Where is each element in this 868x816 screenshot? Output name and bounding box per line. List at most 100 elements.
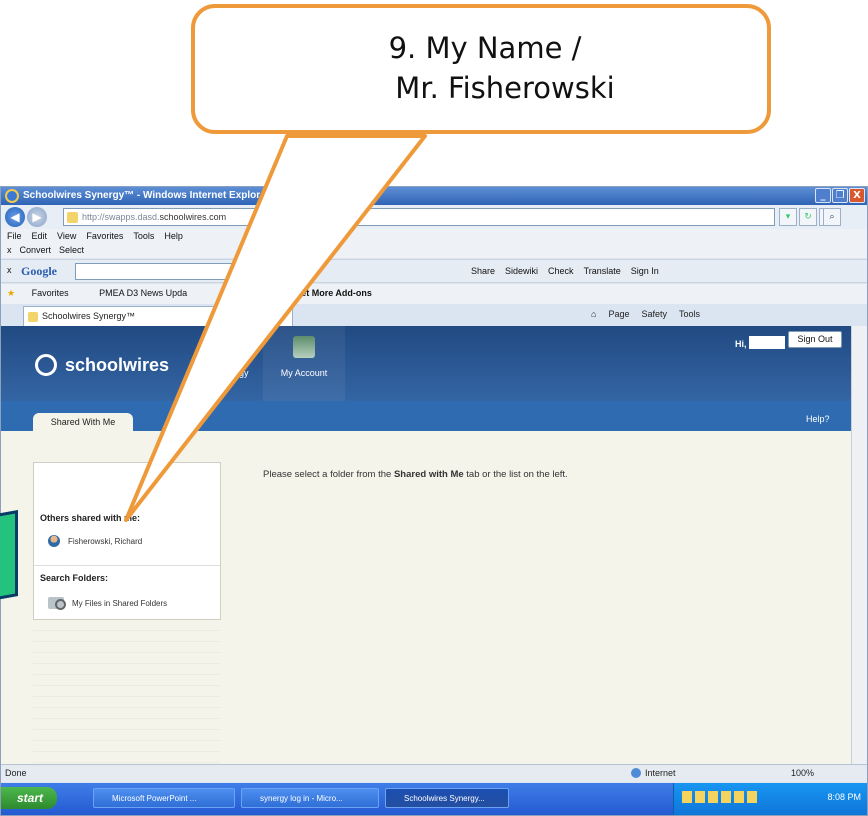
system-tray: 8:08 PM <box>673 783 867 815</box>
shared-user-name: Fisherowski, Richard <box>68 536 143 546</box>
message-text: Please select a folder from the <box>263 469 394 480</box>
google-search-input[interactable] <box>75 263 275 280</box>
globe-icon <box>631 768 641 778</box>
message-emphasis: Shared with Me <box>393 469 464 480</box>
forward-button[interactable]: ▶ <box>27 207 47 227</box>
panel-background <box>33 620 221 764</box>
address-input[interactable]: http://swapps.dasd.schoolwires.com <box>63 208 775 226</box>
dropdown-arrow-icon[interactable]: ▾ <box>779 208 797 226</box>
shared-user-item[interactable]: Fisherowski, Richard <box>48 535 142 547</box>
url-scheme: http://swapps.dasd. <box>82 212 160 222</box>
menu-favorites[interactable]: Favorites <box>86 231 123 243</box>
check-button[interactable]: Check <box>548 266 574 276</box>
tab-shared-with-me[interactable]: Shared With Me <box>33 413 133 431</box>
callout-line-2: Mr. Fisherowski <box>395 71 615 105</box>
menu-tools[interactable]: Tools <box>133 231 154 243</box>
maximize-button[interactable]: ❐ <box>832 188 848 203</box>
callout-line-1: 9. My Name / <box>388 31 582 65</box>
task-synergy-login[interactable]: synergy log in - Micro... <box>241 788 379 808</box>
green-callout-shape <box>0 510 18 600</box>
taskbar: start Microsoft PowerPoint ... synergy l… <box>1 783 867 815</box>
home-icon[interactable]: ⌂ <box>591 309 596 319</box>
menu-file[interactable]: File <box>7 231 22 243</box>
account-icon <box>293 336 315 358</box>
command-page[interactable]: Page <box>608 309 629 319</box>
convert-close-icon[interactable]: x <box>7 245 12 258</box>
command-safety[interactable]: Safety <box>641 309 667 319</box>
schoolwires-logo-icon <box>35 354 57 376</box>
url-host: schoolwires.com <box>159 212 227 222</box>
google-close-icon[interactable]: x <box>7 265 12 275</box>
user-name-redacted <box>749 336 785 349</box>
menu-edit[interactable]: Edit <box>32 231 48 243</box>
task-schoolwires[interactable]: Schoolwires Synergy... <box>385 788 509 808</box>
tab-schoolwires[interactable]: Schoolwires Synergy™ <box>23 306 293 326</box>
page-icon <box>28 312 38 322</box>
tab-bar: Schoolwires Synergy™ ⌂ Page Safety Tools <box>1 304 867 326</box>
schoolwires-logo: schoolwires <box>35 354 169 376</box>
zone-label: Internet <box>645 768 676 778</box>
tray-icon[interactable] <box>734 791 744 803</box>
translate-button[interactable]: Translate <box>584 266 621 276</box>
minimize-button[interactable]: _ <box>815 188 831 203</box>
message-text-end: tab or the list on the left. <box>463 469 568 480</box>
menu-help[interactable]: Help <box>164 231 183 243</box>
zoom-level[interactable]: 100% <box>791 768 814 778</box>
browser-window: Schoolwires Synergy™ - Windows Internet … <box>0 186 868 816</box>
shared-folder-label: My Files in Shared Folders <box>72 598 168 608</box>
status-bar: Done Internet 100% <box>1 764 867 782</box>
fav-link-addons[interactable]: Get More Add-ons <box>294 288 372 298</box>
tray-icon[interactable] <box>682 791 692 803</box>
callout-text: 9. My Name / Mr. Fisherowski <box>195 28 775 108</box>
clock: 8:08 PM <box>827 792 861 802</box>
help-link[interactable]: Help? <box>806 414 830 424</box>
nav-synergy[interactable]: ynergy <box>209 334 261 390</box>
title-bar: Schoolwires Synergy™ - Windows Internet … <box>1 187 867 205</box>
select-button[interactable]: Select <box>59 245 84 258</box>
task-powerpoint[interactable]: Microsoft PowerPoint ... <box>93 788 235 808</box>
back-button[interactable]: ◀ <box>5 207 25 227</box>
favorites-bar: ★ Favorites PMEA D3 News Upda Sites Get … <box>1 284 867 304</box>
convert-button[interactable]: Convert <box>20 245 52 258</box>
page-viewport: schoolwires ynergy My Account Hi, Sign O… <box>1 326 851 764</box>
schoolwires-tab-bar: Shared With Me Help? <box>1 401 851 431</box>
google-toolbar: x Google Share Sidewiki Check Translate … <box>1 259 867 283</box>
sign-in-button[interactable]: Sign In <box>631 266 659 276</box>
fav-link-pmea[interactable]: PMEA D3 News Upda <box>99 288 187 298</box>
shared-folder-item[interactable]: My Files in Shared Folders <box>48 597 168 610</box>
fav-link-sites[interactable]: Sites <box>258 288 278 298</box>
favorites-button[interactable]: ★ Favorites <box>7 288 83 298</box>
share-button[interactable]: Share <box>471 266 495 276</box>
folder-search-icon <box>48 597 66 610</box>
tray-icon[interactable] <box>695 791 705 803</box>
tray-icon[interactable] <box>747 791 757 803</box>
tray-icon[interactable] <box>708 791 718 803</box>
search-button[interactable]: ⌕ <box>823 208 843 226</box>
tray-icon[interactable] <box>721 791 731 803</box>
sidewiki-button[interactable]: Sidewiki <box>505 266 538 276</box>
vertical-scrollbar[interactable] <box>851 326 867 764</box>
google-logo: Google <box>21 264 57 278</box>
command-tools[interactable]: Tools <box>679 309 700 319</box>
greeting: Hi, <box>735 339 747 349</box>
page-icon <box>67 212 78 223</box>
search-folders-header: Search Folders: <box>40 573 109 583</box>
nav-my-account[interactable]: My Account <box>263 326 345 401</box>
callout-bubble: 9. My Name / Mr. Fisherowski <box>191 4 771 134</box>
convert-toolbar: x Convert Select <box>1 243 867 258</box>
sign-out-button[interactable]: Sign Out <box>788 331 842 348</box>
window-title: Schoolwires Synergy™ - Windows Internet … <box>23 190 270 201</box>
security-zone: Internet <box>631 768 676 778</box>
refresh-icon[interactable]: ↻ <box>799 208 817 226</box>
main-message: Please select a folder from the Shared w… <box>263 469 568 480</box>
menu-bar: File Edit View Favorites Tools Help <box>1 229 867 243</box>
status-text: Done <box>5 768 27 778</box>
menu-view[interactable]: View <box>57 231 76 243</box>
address-bar-row: ◀ ▶ http://swapps.dasd.schoolwires.com ▾… <box>1 205 867 229</box>
close-button[interactable]: X <box>849 188 865 203</box>
panel-divider <box>34 565 220 566</box>
others-shared-header: Others shared with me: <box>40 513 141 523</box>
magnifier-icon: ⌕ <box>823 208 841 226</box>
star-icon: ★ <box>7 288 16 298</box>
start-button[interactable]: start <box>1 787 57 809</box>
